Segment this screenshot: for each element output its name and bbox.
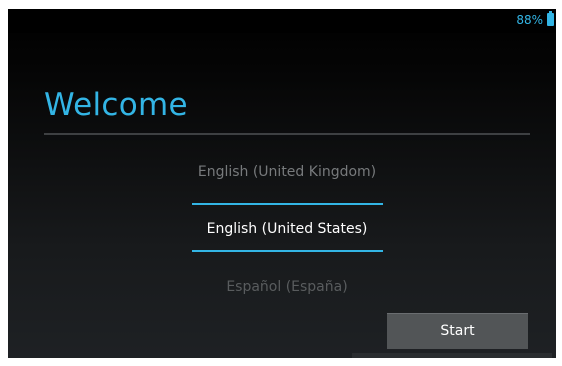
status-bar: 88%: [8, 9, 556, 33]
picker-selection-top-line: [192, 203, 383, 205]
start-button[interactable]: Start: [387, 313, 528, 349]
language-option-selected[interactable]: English (United States): [192, 221, 382, 237]
welcome-title: Welcome: [44, 87, 188, 123]
picker-selection-bottom-line: [192, 250, 383, 252]
title-divider: [44, 133, 530, 135]
device-screen: 88% Welcome English (United Kingdom) Eng…: [8, 9, 556, 358]
battery-icon: [547, 11, 554, 26]
battery-percentage: 88%: [516, 13, 543, 27]
language-option-previous[interactable]: English (United Kingdom): [192, 164, 382, 180]
nav-bar-strip: [352, 353, 552, 358]
language-option-next[interactable]: Español (España): [192, 279, 382, 295]
